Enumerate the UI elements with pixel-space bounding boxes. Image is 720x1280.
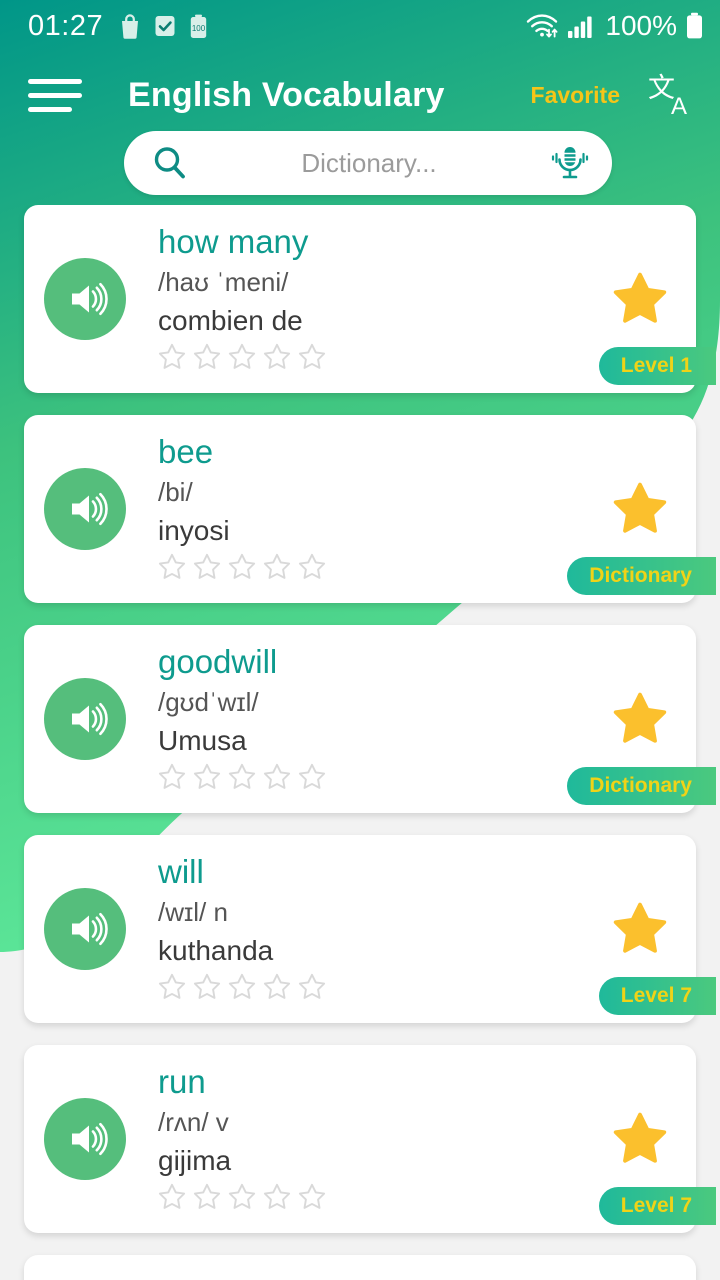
phonetic-text: /bi/ bbox=[158, 477, 193, 507]
word-card[interactable]: run /rʌn/ v gijima Level 7 bbox=[24, 1045, 716, 1233]
favorite-star-icon[interactable] bbox=[612, 481, 668, 537]
search-bar[interactable] bbox=[124, 131, 612, 195]
status-bar: 01:27 100 100% bbox=[0, 0, 720, 52]
svg-text:A: A bbox=[671, 93, 687, 120]
rating-star[interactable] bbox=[228, 763, 256, 791]
svg-text:100: 100 bbox=[192, 24, 206, 33]
rating-star[interactable] bbox=[298, 763, 326, 791]
rating-star[interactable] bbox=[263, 343, 291, 371]
rating-star[interactable] bbox=[158, 343, 186, 371]
word-card[interactable]: bee /bi/ inyosi Dictionary bbox=[24, 415, 716, 603]
word-list[interactable]: how many /haʊ ˈmeni/ combien de Level 1 … bbox=[0, 205, 720, 1280]
hamburger-menu-icon[interactable] bbox=[28, 75, 84, 115]
phonetic-text: /wɪl/ n bbox=[158, 897, 228, 927]
word-card-body: will /wɪl/ n kuthanda bbox=[158, 851, 576, 1001]
rating-star[interactable] bbox=[228, 343, 256, 371]
search-icon[interactable] bbox=[150, 143, 190, 183]
speaker-icon[interactable] bbox=[44, 678, 126, 760]
word-card[interactable]: goodwill /ɡʊdˈwɪl/ Umusa Dictionary bbox=[24, 625, 716, 813]
rating-star[interactable] bbox=[298, 343, 326, 371]
checkbox-checked-icon bbox=[155, 16, 175, 36]
word-card-body: how many /haʊ ˈmeni/ combien de bbox=[158, 221, 576, 371]
rating-star[interactable] bbox=[263, 553, 291, 581]
meaning-text: kuthanda bbox=[158, 935, 274, 966]
meaning-text: Umusa bbox=[158, 725, 247, 756]
rating-star[interactable] bbox=[228, 973, 256, 1001]
rating-star[interactable] bbox=[263, 973, 291, 1001]
word-text: run bbox=[158, 1063, 206, 1100]
word-text: goodwill bbox=[158, 643, 278, 680]
rating-star[interactable] bbox=[193, 763, 221, 791]
rating-stars[interactable] bbox=[158, 1183, 576, 1211]
shopping-bag-icon bbox=[122, 14, 139, 39]
favorite-star-icon[interactable] bbox=[612, 1111, 668, 1167]
meaning-text: inyosi bbox=[158, 515, 230, 546]
rating-star[interactable] bbox=[158, 973, 186, 1001]
word-card-body: goodwill /ɡʊdˈwɪl/ Umusa bbox=[158, 641, 576, 791]
phonetic-text: /rʌn/ v bbox=[158, 1107, 229, 1137]
rating-star[interactable] bbox=[298, 973, 326, 1001]
rating-star[interactable] bbox=[263, 763, 291, 791]
level-badge: Level 7 bbox=[598, 1187, 716, 1225]
rating-stars[interactable] bbox=[158, 973, 576, 1001]
word-card-body: run /rʌn/ v gijima bbox=[158, 1061, 576, 1211]
favorite-star-icon[interactable] bbox=[612, 901, 668, 957]
search-input[interactable] bbox=[190, 147, 548, 179]
rating-stars[interactable] bbox=[158, 343, 576, 371]
level-badge: Dictionary bbox=[567, 767, 716, 805]
word-card-body: bee /bi/ inyosi bbox=[158, 431, 576, 581]
search-bar-container bbox=[124, 131, 612, 195]
speaker-icon[interactable] bbox=[44, 468, 126, 550]
rating-star[interactable] bbox=[158, 1183, 186, 1211]
battery-percent-label: 100% bbox=[605, 10, 677, 41]
word-text: how many bbox=[158, 223, 309, 260]
phonetic-text: /ɡʊdˈwɪl/ bbox=[158, 687, 259, 717]
hamburger-line-2 bbox=[28, 92, 82, 98]
rating-star[interactable] bbox=[158, 553, 186, 581]
rating-stars[interactable] bbox=[158, 763, 576, 791]
wifi-transfer-icon bbox=[527, 14, 558, 38]
battery-full-icon bbox=[687, 12, 702, 39]
cellular-signal-icon bbox=[568, 16, 592, 38]
meaning-text: gijima bbox=[158, 1145, 232, 1176]
favorite-button[interactable]: Favorite bbox=[531, 82, 620, 109]
rating-star[interactable] bbox=[158, 763, 186, 791]
word-text: bee bbox=[158, 433, 214, 470]
speaker-icon[interactable] bbox=[44, 888, 126, 970]
hamburger-line-3 bbox=[28, 106, 72, 112]
rating-star[interactable] bbox=[193, 553, 221, 581]
rating-star[interactable] bbox=[193, 973, 221, 1001]
battery-100-icon: 100 bbox=[190, 14, 207, 38]
status-bar-notification-icons: 100 bbox=[119, 13, 208, 39]
level-badge: Level 7 bbox=[598, 977, 716, 1015]
rating-star[interactable] bbox=[298, 1183, 326, 1211]
app-bar: English Vocabulary Favorite 文 A bbox=[0, 52, 720, 138]
status-bar-time: 01:27 bbox=[28, 9, 104, 42]
rating-star[interactable] bbox=[193, 1183, 221, 1211]
level-badge: Dictionary bbox=[567, 557, 716, 595]
rating-star[interactable] bbox=[193, 343, 221, 371]
rating-star[interactable] bbox=[263, 1183, 291, 1211]
speaker-icon[interactable] bbox=[44, 258, 126, 340]
meaning-text: combien de bbox=[158, 305, 303, 336]
phonetic-text: /haʊ ˈmeni/ bbox=[158, 267, 289, 297]
microphone-icon[interactable] bbox=[548, 141, 592, 185]
word-card-partial[interactable] bbox=[24, 1255, 696, 1280]
hamburger-line-1 bbox=[28, 78, 82, 84]
favorite-star-icon[interactable] bbox=[612, 691, 668, 747]
rating-star[interactable] bbox=[228, 1183, 256, 1211]
translate-icon[interactable]: 文 A bbox=[644, 68, 698, 122]
word-card[interactable]: will /wɪl/ n kuthanda Level 7 bbox=[24, 835, 716, 1023]
word-text: will bbox=[158, 853, 204, 890]
page-title: English Vocabulary bbox=[128, 75, 445, 114]
rating-stars[interactable] bbox=[158, 553, 576, 581]
favorite-star-icon[interactable] bbox=[612, 271, 668, 327]
level-badge: Level 1 bbox=[598, 347, 716, 385]
speaker-icon[interactable] bbox=[44, 1098, 126, 1180]
status-bar-system-icons: 100% bbox=[525, 10, 704, 42]
rating-star[interactable] bbox=[228, 553, 256, 581]
word-card[interactable]: how many /haʊ ˈmeni/ combien de Level 1 bbox=[24, 205, 716, 393]
rating-star[interactable] bbox=[298, 553, 326, 581]
